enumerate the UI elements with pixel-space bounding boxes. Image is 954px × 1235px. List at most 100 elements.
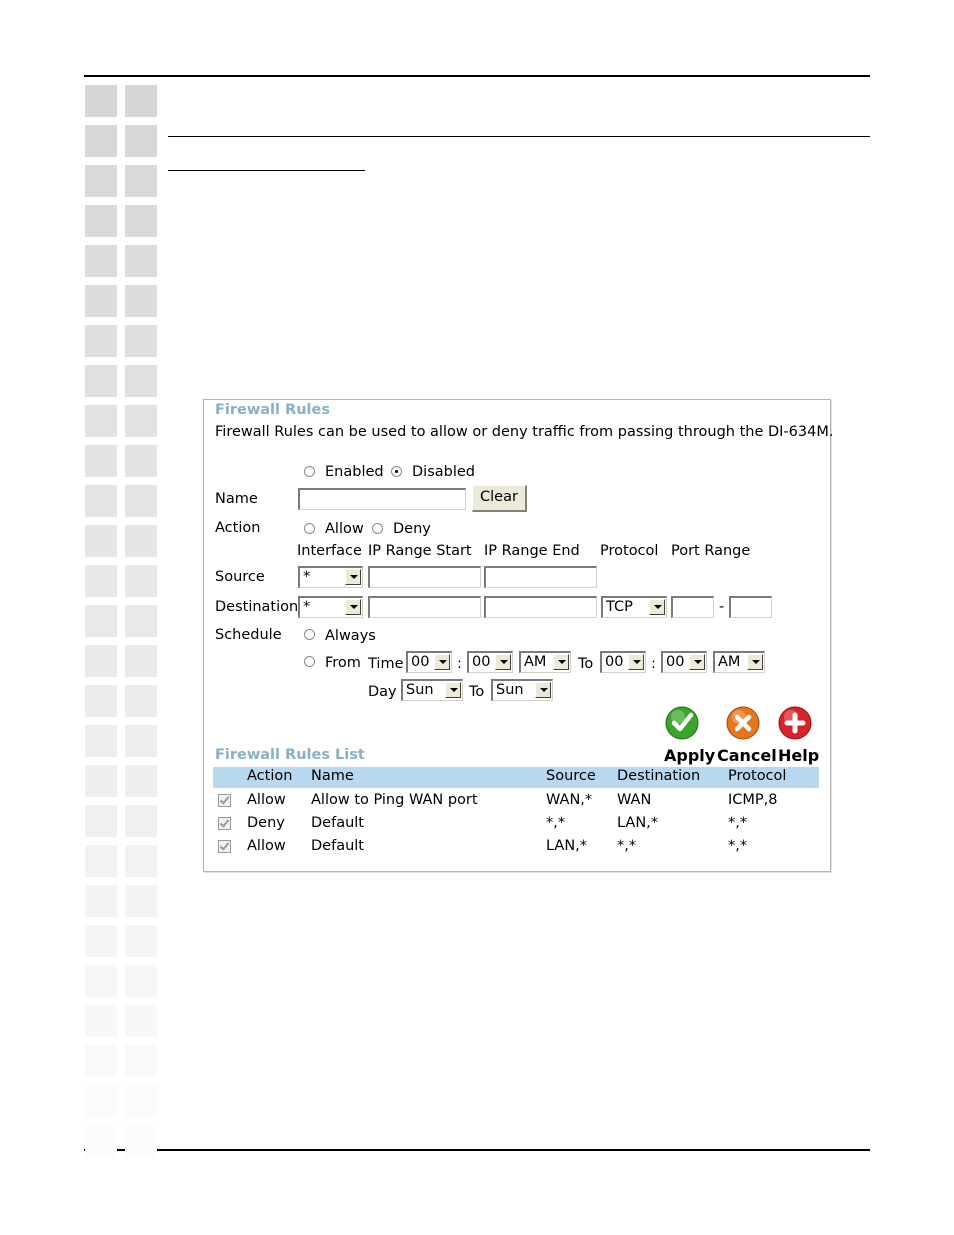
- to-minute-value: 00: [666, 654, 685, 670]
- destination-interface-select[interactable]: *: [298, 596, 363, 618]
- to-ampm-select[interactable]: AM: [713, 651, 765, 673]
- grid-square: [125, 125, 157, 157]
- to-minute-select[interactable]: 00: [661, 651, 707, 673]
- apply-label: Apply: [664, 746, 716, 765]
- deny-radio[interactable]: [372, 523, 383, 534]
- time-to-label: To: [578, 656, 594, 672]
- from-hour-select[interactable]: 00: [406, 651, 452, 673]
- grid-square: [85, 1085, 117, 1117]
- grid-square: [85, 165, 117, 197]
- grid-square: [85, 1125, 117, 1157]
- to-day-value: Sun: [496, 682, 524, 698]
- clear-button[interactable]: Clear: [472, 485, 527, 512]
- name-label: Name: [215, 491, 258, 507]
- grid-square: [125, 1085, 157, 1117]
- rules-list-header: Action Name Source Destination Protocol: [213, 767, 819, 788]
- from-ampm-select[interactable]: AM: [519, 651, 571, 673]
- enabled-radio[interactable]: [304, 466, 315, 477]
- to-ampm-value: AM: [718, 654, 741, 670]
- grid-square: [125, 645, 157, 677]
- to-day-select[interactable]: Sun: [491, 679, 553, 701]
- rules-header-protocol: Protocol: [728, 768, 787, 784]
- grid-square: [85, 845, 117, 877]
- apply-button[interactable]: Apply: [664, 706, 716, 766]
- from-ampm-value: AM: [524, 654, 547, 670]
- protocol-header: Protocol: [600, 543, 659, 559]
- name-input[interactable]: [298, 488, 466, 510]
- from-hour-value: 00: [411, 654, 430, 670]
- cancel-label: Cancel: [717, 746, 777, 765]
- schedule-from-radio[interactable]: [304, 656, 315, 667]
- chevron-down-icon: [649, 599, 665, 615]
- allow-radio[interactable]: [304, 523, 315, 534]
- grid-square: [85, 205, 117, 237]
- source-ip-end-input[interactable]: [484, 566, 597, 588]
- source-label: Source: [215, 569, 265, 585]
- source-interface-select[interactable]: *: [298, 566, 363, 588]
- destination-label: Destination: [215, 599, 299, 615]
- rule-name[interactable]: Allow to Ping WAN port: [311, 792, 478, 808]
- chevron-down-icon: [553, 654, 569, 670]
- rule-source: WAN,*: [546, 792, 593, 808]
- action-label: Action: [215, 520, 261, 536]
- table-row: Allow Allow to Ping WAN port WAN,* WAN I…: [213, 791, 819, 814]
- grid-square: [125, 1005, 157, 1037]
- grid-square: [85, 245, 117, 277]
- protocol-select[interactable]: TCP: [601, 596, 667, 618]
- rules-header-source: Source: [546, 768, 596, 784]
- rule-source: LAN,*: [546, 838, 588, 854]
- rule-action: Allow: [247, 838, 286, 854]
- grid-square: [125, 845, 157, 877]
- from-time-colon: :: [457, 656, 462, 672]
- section-underline: [168, 170, 365, 171]
- to-hour-select[interactable]: 00: [600, 651, 646, 673]
- rule-action: Allow: [247, 792, 286, 808]
- grid-square: [85, 885, 117, 917]
- rule-enabled-checkbox[interactable]: [218, 817, 231, 830]
- time-label: Time: [368, 656, 404, 672]
- port-range-end-input[interactable]: [729, 596, 772, 618]
- grid-square: [85, 725, 117, 757]
- destination-interface-value: *: [303, 599, 311, 615]
- grid-square: [85, 365, 117, 397]
- rule-enabled-checkbox[interactable]: [218, 794, 231, 807]
- port-range-header: Port Range: [671, 543, 751, 559]
- chevron-down-icon: [628, 654, 644, 670]
- disabled-label: Disabled: [412, 464, 475, 480]
- grid-square: [85, 805, 117, 837]
- header-rule: [168, 136, 870, 137]
- grid-square: [125, 965, 157, 997]
- source-ip-start-input[interactable]: [368, 566, 481, 588]
- rules-header-destination: Destination: [617, 768, 701, 784]
- grid-square: [125, 85, 157, 117]
- from-minute-select[interactable]: 00: [467, 651, 513, 673]
- from-day-select[interactable]: Sun: [401, 679, 463, 701]
- day-to-label: To: [469, 684, 485, 700]
- grid-square: [125, 765, 157, 797]
- chevron-down-icon: [747, 654, 763, 670]
- grid-square: [125, 1125, 157, 1157]
- disabled-radio[interactable]: [391, 466, 402, 477]
- grid-square: [85, 925, 117, 957]
- port-range-start-input[interactable]: [671, 596, 714, 618]
- grid-square: [85, 85, 117, 117]
- rule-name[interactable]: Default: [311, 838, 364, 854]
- grid-square: [85, 1045, 117, 1077]
- cancel-button[interactable]: Cancel: [717, 706, 777, 766]
- deny-label: Deny: [393, 521, 431, 537]
- destination-ip-start-input[interactable]: [368, 596, 481, 618]
- table-row: Allow Default LAN,* *,* *,*: [213, 837, 819, 860]
- rule-name[interactable]: Default: [311, 815, 364, 831]
- grid-square: [85, 685, 117, 717]
- day-label: Day: [368, 684, 397, 700]
- help-button[interactable]: Help: [776, 706, 820, 766]
- destination-ip-end-input[interactable]: [484, 596, 597, 618]
- rule-enabled-checkbox[interactable]: [218, 840, 231, 853]
- interface-header: Interface: [297, 543, 362, 559]
- chevron-down-icon: [445, 682, 461, 698]
- grid-square: [125, 165, 157, 197]
- cancel-x-icon: [726, 706, 760, 740]
- schedule-always-radio[interactable]: [304, 629, 315, 640]
- help-label: Help: [778, 746, 820, 765]
- rule-destination: *,*: [617, 838, 637, 854]
